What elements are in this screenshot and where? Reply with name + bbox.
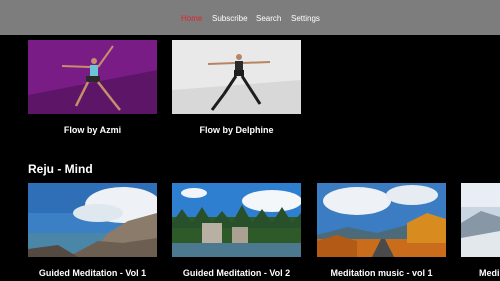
card-title: Guided Meditation - Vol 2 bbox=[182, 268, 291, 278]
yoga-purple-thumbnail bbox=[28, 40, 157, 114]
row-title: Reju - Mind bbox=[28, 162, 93, 176]
video-card-flow-by-delphine[interactable]: Flow by Delphine bbox=[172, 40, 301, 140]
mountain-snow-thumbnail bbox=[461, 183, 500, 257]
yoga-white-thumbnail bbox=[172, 40, 301, 114]
video-card-flow-by-azmi[interactable]: Flow by Azmi bbox=[28, 40, 157, 140]
video-card-guided-meditation-vol-2[interactable]: Guided Meditation - Vol 2 bbox=[172, 183, 301, 281]
nav-subscribe[interactable]: Subscribe bbox=[212, 14, 248, 23]
nav-search[interactable]: Search bbox=[256, 14, 281, 23]
video-card-meditation-partial[interactable]: Medi bbox=[461, 183, 500, 281]
nav-home[interactable]: Home bbox=[181, 14, 202, 23]
video-card-meditation-music-vol-1[interactable]: Meditation music - vol 1 bbox=[317, 183, 446, 281]
autumn-road-thumbnail bbox=[317, 183, 446, 257]
video-card-guided-meditation-vol-1[interactable]: Guided Meditation - Vol 1 bbox=[28, 183, 157, 281]
card-title: Meditation music - vol 1 bbox=[330, 268, 433, 278]
card-title: Medi bbox=[479, 268, 500, 278]
main-navigation: Home Subscribe Search Settings bbox=[0, 0, 500, 35]
card-title: Guided Meditation - Vol 1 bbox=[38, 268, 147, 278]
card-title: Flow by Azmi bbox=[63, 125, 122, 135]
forest-lake-thumbnail bbox=[172, 183, 301, 257]
nav-settings[interactable]: Settings bbox=[291, 14, 320, 23]
rocky-coast-thumbnail bbox=[28, 183, 157, 257]
card-title: Flow by Delphine bbox=[199, 125, 274, 135]
